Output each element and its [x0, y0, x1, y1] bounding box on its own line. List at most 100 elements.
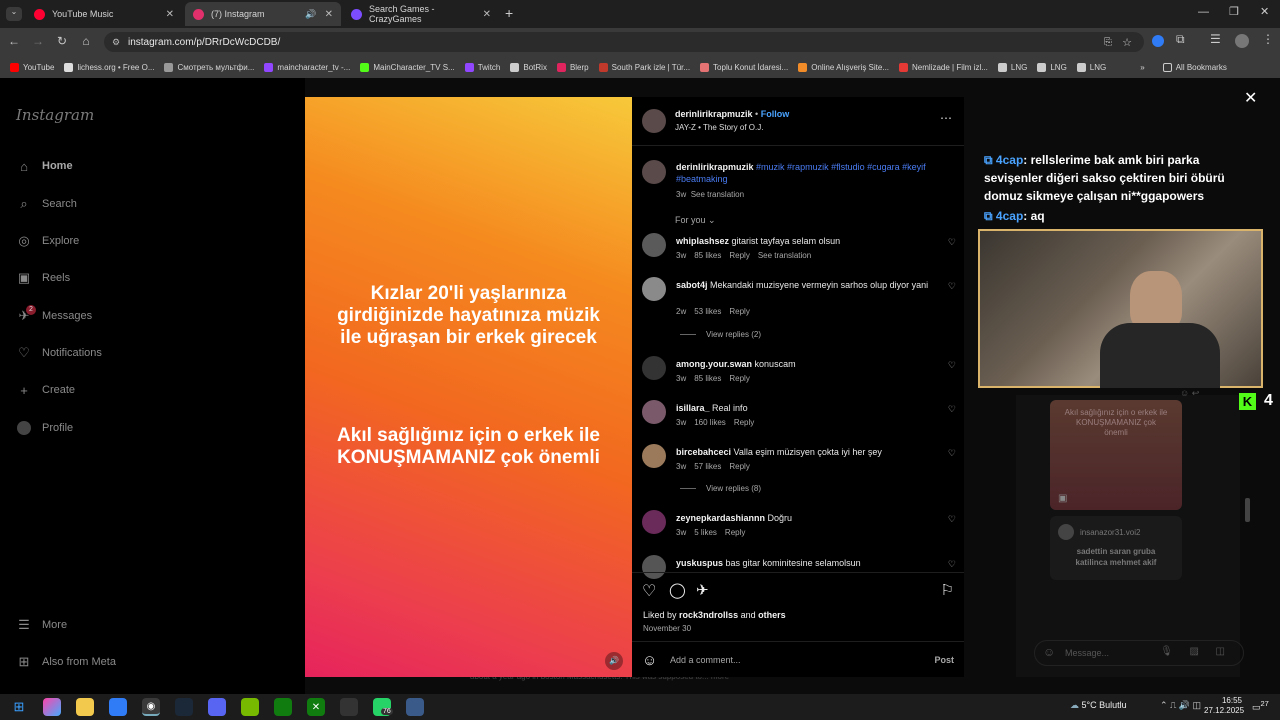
tab-youtube-music[interactable]: YouTube Music ✕ — [26, 2, 182, 26]
caption-author[interactable]: derinlirikrapmuzik — [676, 162, 754, 172]
comment-username[interactable]: among.your.swan — [676, 359, 752, 369]
reply-button[interactable]: Reply — [729, 307, 749, 316]
all-bookmarks-button[interactable]: All Bookmarks — [1162, 62, 1227, 72]
extension-icon[interactable] — [1152, 35, 1164, 47]
game-pass-icon[interactable] — [274, 698, 292, 716]
close-modal-icon[interactable]: ✕ — [1244, 88, 1257, 108]
reply-button[interactable]: Reply — [729, 462, 749, 471]
address-bar[interactable]: ⚙ instagram.com/p/DRrDcWcDCDB/ ⎘ ☆ — [104, 32, 1144, 52]
comment-username[interactable]: yuskuspus — [676, 558, 723, 568]
forward-icon[interactable]: → — [30, 34, 46, 48]
reply-button[interactable]: Reply — [729, 251, 749, 260]
comment-bubble-icon[interactable]: ◯ — [669, 581, 686, 599]
bookmark-item[interactable]: lichess.org • Free O... — [64, 62, 154, 72]
nav-also-from-meta[interactable]: ⊞ Also from Meta — [16, 654, 116, 670]
instagram-logo[interactable]: Instagram — [16, 106, 94, 124]
tray-icons[interactable]: ⌃ ⎍ 🔊 ◫ — [1160, 700, 1201, 711]
comment-likes[interactable]: 53 likes — [694, 307, 721, 316]
network-app-icon[interactable] — [406, 698, 424, 716]
comment-like-heart-icon[interactable]: ♡ — [948, 237, 956, 248]
nav-more[interactable]: ☰ More — [16, 617, 67, 633]
dm-shared-post[interactable]: insanazor31.voi2 sadettin saran gruba ka… — [1050, 516, 1182, 580]
nav-reels[interactable]: ▣ Reels — [16, 270, 70, 286]
whatsapp-icon[interactable]: 76 — [373, 698, 393, 716]
image-icon[interactable]: ▨ — [1190, 646, 1199, 657]
tab-search-icon[interactable]: ⌄ — [6, 7, 22, 21]
comment-likes[interactable]: 85 likes — [694, 251, 721, 260]
bookmark-item[interactable]: YouTube — [10, 62, 54, 72]
nav-search[interactable]: ⌕ Search — [16, 196, 77, 212]
dm-shared-reel[interactable]: Akıl sağlığınız için o erkek ile KONUŞMA… — [1050, 400, 1182, 510]
bookmark-star-icon[interactable]: ☆ — [1122, 36, 1132, 49]
tab-crazygames[interactable]: Search Games - CrazyGames ✕ — [343, 2, 499, 26]
bookmark-item[interactable]: South Park izle | Tür... — [598, 62, 690, 72]
xbox-icon[interactable]: ✕ — [307, 698, 325, 716]
bookmark-item[interactable]: Blerp — [556, 62, 589, 72]
comment-username[interactable]: whiplashsez — [676, 236, 729, 246]
copilot-icon[interactable] — [43, 698, 61, 716]
minimize-button[interactable]: — — [1198, 6, 1209, 18]
react-icon[interactable]: ☺ ↩ — [1180, 388, 1199, 399]
bookmark-item[interactable]: BotRix — [510, 62, 547, 72]
clock[interactable]: 16:55 27.12.2025 — [1204, 696, 1244, 716]
author-name[interactable]: derinlirikrapmuzik — [675, 109, 753, 119]
start-windows-icon[interactable]: ⊞ — [10, 698, 28, 716]
new-tab-button[interactable]: + — [505, 5, 513, 21]
bookmarks-overflow-icon[interactable]: » — [1140, 63, 1144, 72]
extensions-puzzle-icon[interactable]: ⧉ — [1176, 32, 1185, 47]
file-explorer-icon[interactable] — [76, 698, 94, 716]
microphone-icon[interactable]: 🎙 — [1160, 646, 1173, 657]
author-avatar[interactable] — [642, 160, 666, 184]
dm-scrollbar[interactable] — [1245, 498, 1250, 522]
bookmark-item[interactable]: Online Alışveriş Site... — [798, 62, 889, 72]
menu-kebab-icon[interactable]: ⋮ — [1262, 32, 1274, 46]
site-info-icon[interactable]: ⚙ — [112, 37, 120, 48]
commenter-avatar[interactable] — [642, 400, 666, 424]
nav-create[interactable]: + Create — [16, 382, 75, 398]
comment-like-heart-icon[interactable]: ♡ — [948, 448, 956, 459]
reel-video[interactable]: Kızlar 20'li yaşlarınıza girdiğinizde ha… — [305, 97, 632, 677]
weather-widget[interactable]: ☁ 5°C Bulutlu — [1070, 700, 1127, 711]
reply-button[interactable]: Reply — [725, 528, 745, 537]
commenter-avatar[interactable] — [642, 233, 666, 257]
chrome-icon[interactable]: ◉ — [142, 698, 160, 716]
bookmark-item[interactable]: Nemlizade | Film izl... — [899, 62, 988, 72]
outlook-icon[interactable] — [109, 698, 127, 716]
comment-like-heart-icon[interactable]: ♡ — [948, 404, 956, 415]
install-app-icon[interactable]: ⎘ — [1104, 37, 1112, 48]
restore-button[interactable]: ❐ — [1229, 5, 1239, 18]
bookmark-item[interactable]: Twitch — [464, 62, 500, 72]
back-icon[interactable]: ← — [6, 34, 22, 48]
save-bookmark-icon[interactable]: ⚐ — [941, 581, 954, 599]
comment-username[interactable]: bircebahceci — [676, 447, 731, 457]
comment-username[interactable]: zeynepkardashiannn — [676, 513, 765, 523]
bookmark-item[interactable]: LNG — [1037, 62, 1067, 72]
comment-username[interactable]: sabot4j — [676, 280, 708, 290]
bookmark-item[interactable]: LNG — [1076, 62, 1106, 72]
tab-instagram[interactable]: (7) Instagram 🔊 ✕ — [185, 2, 341, 26]
nav-profile[interactable]: Profile — [16, 420, 73, 436]
discord-icon[interactable] — [208, 698, 226, 716]
reading-list-icon[interactable]: ☰ — [1210, 32, 1221, 46]
comment-likes[interactable]: 85 likes — [694, 374, 721, 383]
dm-message-input[interactable]: Message... ☺ 🎙 ▨ ◫ — [1034, 640, 1244, 666]
comment-username[interactable]: isillara_ — [676, 403, 710, 413]
nav-explore[interactable]: ◎ Explore — [16, 233, 79, 249]
audio-playing-icon[interactable]: 🔊 — [305, 9, 316, 20]
close-tab-icon[interactable]: ✕ — [166, 9, 174, 20]
view-replies-button[interactable]: View replies (8) — [680, 484, 761, 493]
home-icon[interactable]: ⌂ — [78, 34, 94, 48]
steam-icon[interactable] — [175, 698, 193, 716]
volume-icon[interactable]: 🔊 — [605, 652, 623, 670]
bookmark-item[interactable]: LNG — [997, 62, 1027, 72]
comment-like-heart-icon[interactable]: ♡ — [948, 360, 956, 371]
author-avatar[interactable] — [642, 109, 666, 133]
commenter-avatar[interactable] — [642, 444, 666, 468]
profile-avatar[interactable] — [1235, 34, 1249, 48]
commenter-avatar[interactable] — [642, 510, 666, 534]
reload-icon[interactable]: ↻ — [54, 34, 70, 48]
comment-like-heart-icon[interactable]: ♡ — [948, 559, 956, 570]
sticker-icon[interactable]: ◫ — [1216, 646, 1225, 657]
liked-by-user[interactable]: rock3ndrollss — [679, 610, 738, 620]
liked-by-others[interactable]: others — [758, 610, 786, 620]
